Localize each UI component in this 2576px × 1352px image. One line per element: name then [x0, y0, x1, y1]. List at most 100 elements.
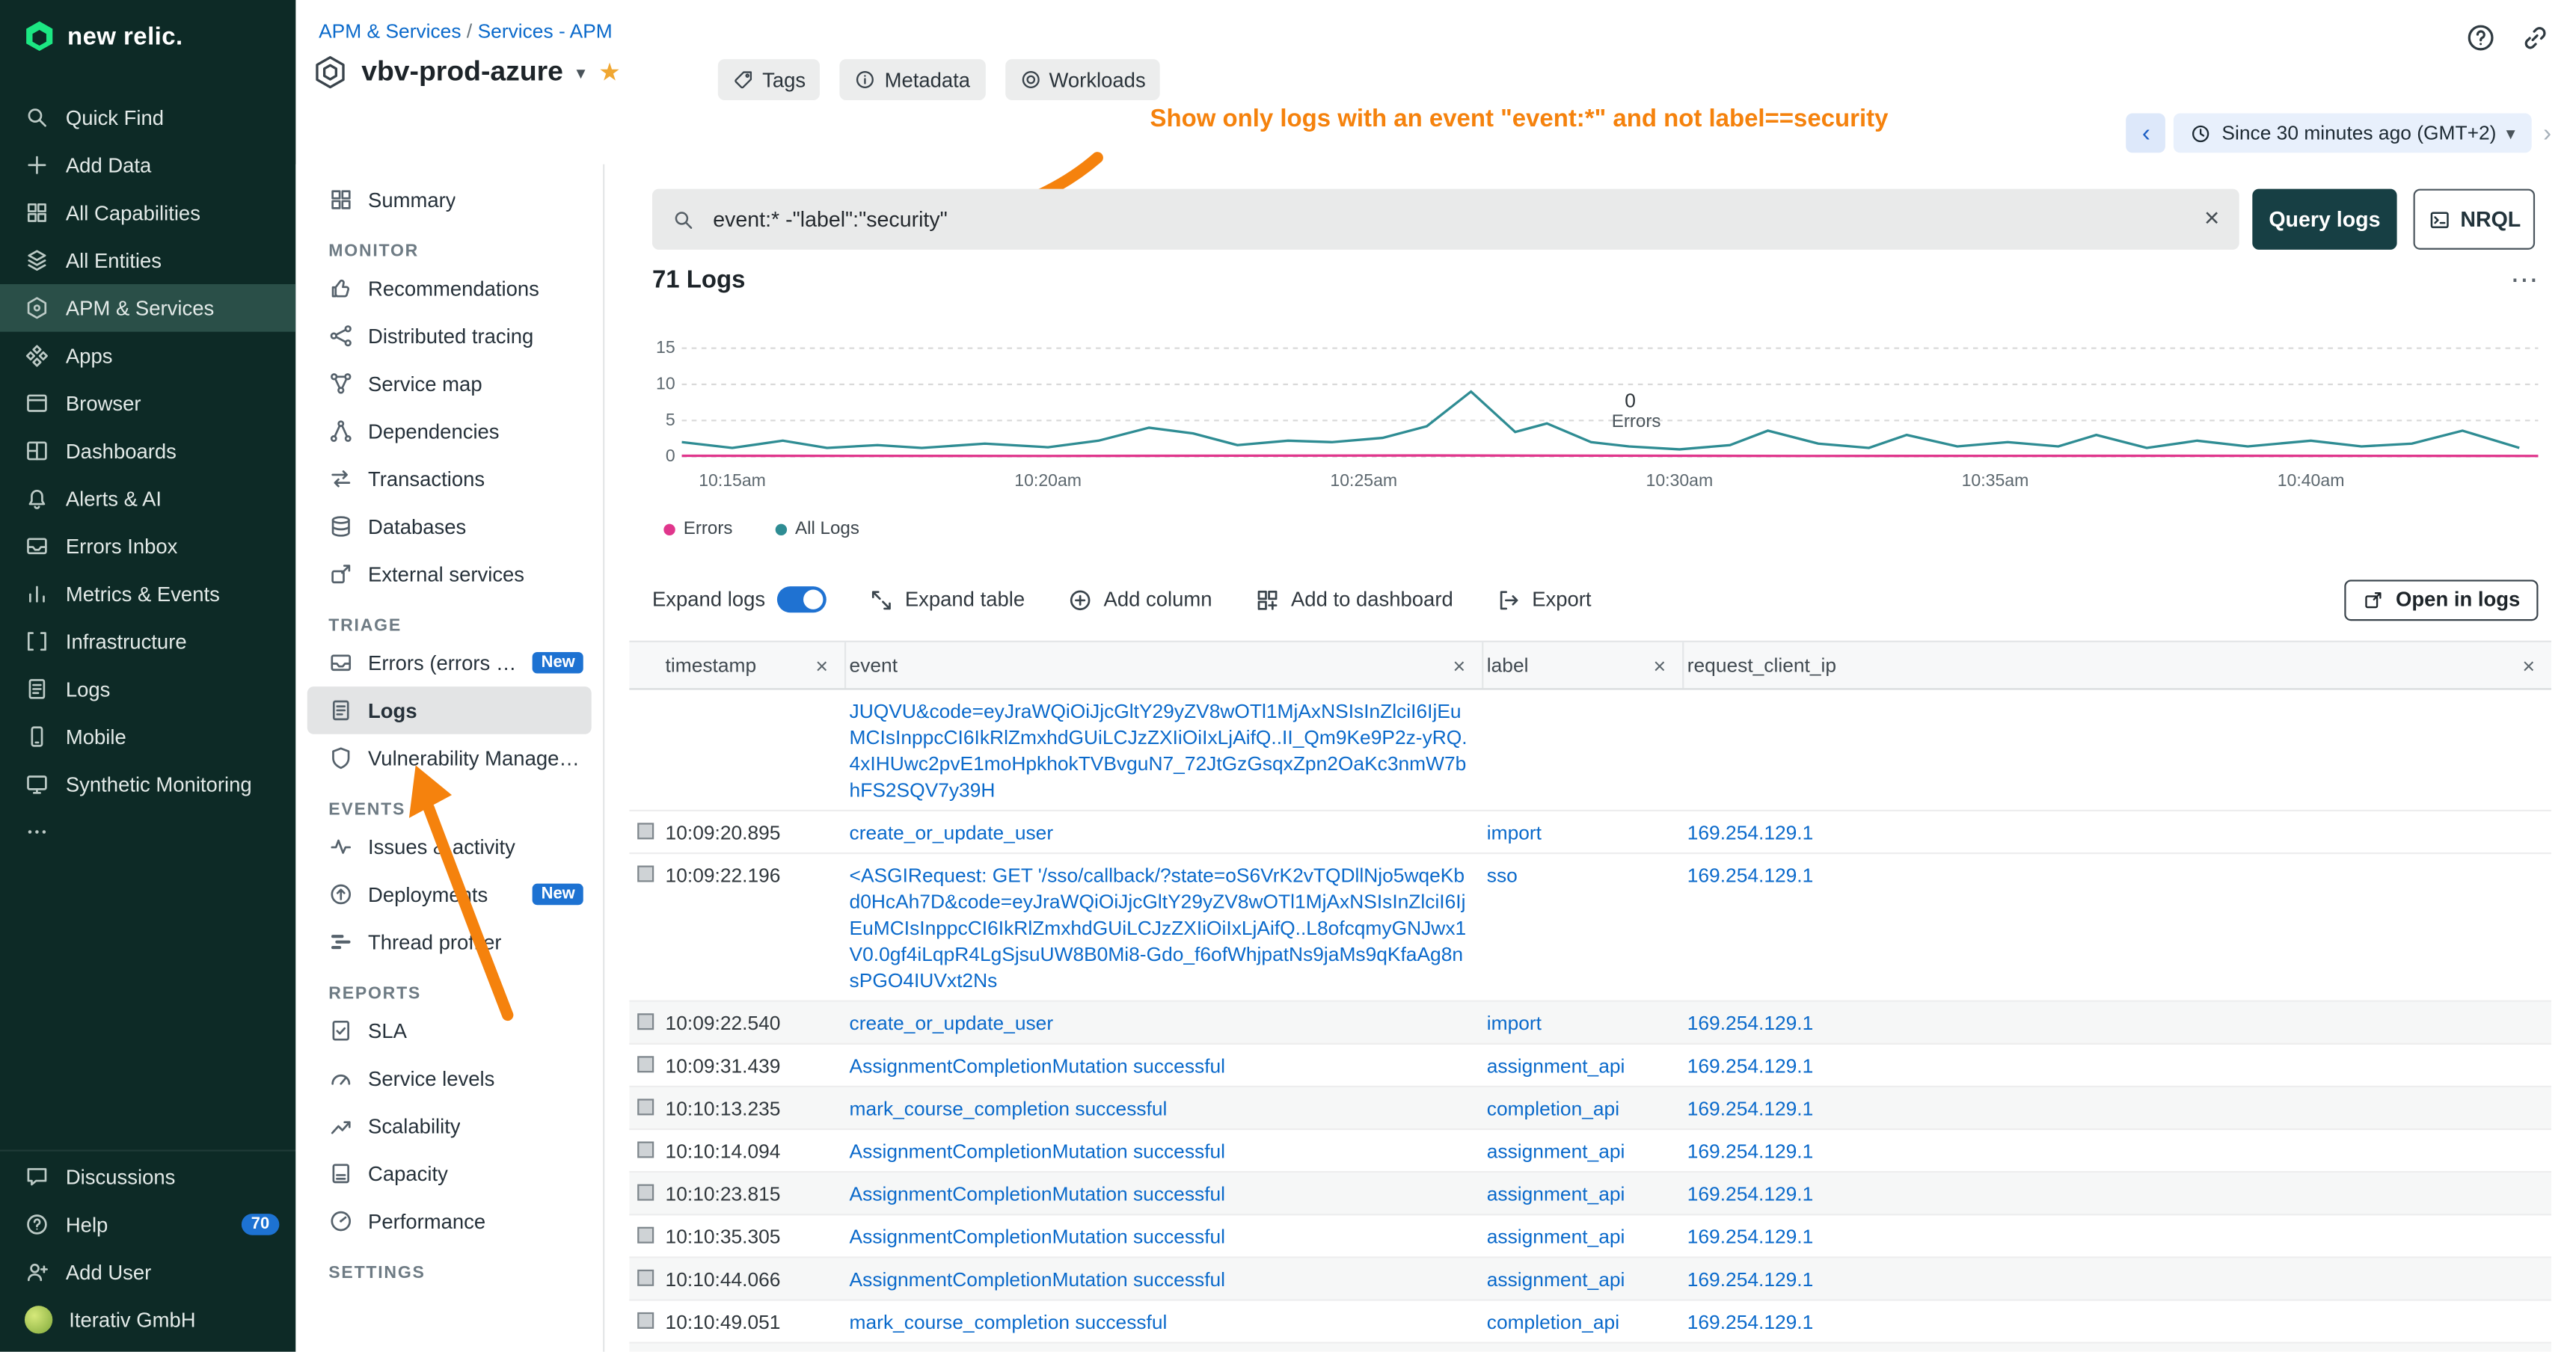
row-expand-checkbox[interactable] — [637, 823, 654, 839]
row-expand-checkbox[interactable] — [637, 1098, 654, 1115]
log-row[interactable]: 10:09:22.196 <ASGIRequest: GET '/sso/cal… — [629, 854, 2551, 1002]
log-event-link[interactable]: AssignmentCompletionMutation successful — [850, 1182, 1226, 1205]
sidebar-item-apm-services[interactable]: APM & Services — [0, 284, 295, 332]
breadcrumb-link-apm-services[interactable]: APM & Services — [319, 19, 461, 43]
breadcrumb-link-services-apm[interactable]: Services - APM — [478, 19, 613, 43]
row-expand-checkbox[interactable] — [637, 1142, 654, 1158]
subnav-item-scalability[interactable]: Scalability — [307, 1102, 592, 1150]
log-ip-link[interactable]: 169.254.129.1 — [1687, 1140, 1814, 1163]
row-expand-checkbox[interactable] — [637, 1227, 654, 1244]
widget-options-icon[interactable]: ⋯ — [2510, 266, 2538, 294]
log-label-link[interactable]: assignment_api — [1487, 1140, 1625, 1163]
sidebar-more-button[interactable] — [0, 808, 295, 856]
sidebar-item-account[interactable]: Iterativ GmbH — [0, 1296, 295, 1344]
row-expand-checkbox[interactable] — [637, 1013, 654, 1030]
log-row[interactable]: 10:10:14.094 AssignmentCompletionMutatio… — [629, 1130, 2551, 1173]
row-expand-checkbox[interactable] — [637, 1056, 654, 1072]
metadata-button[interactable]: Metadata — [840, 59, 985, 100]
log-event-link[interactable]: AssignmentCompletionMutation successful — [850, 1226, 1226, 1249]
sidebar-item-browser[interactable]: Browser — [0, 379, 295, 427]
subnav-item-performance[interactable]: Performance — [307, 1197, 592, 1245]
log-row[interactable]: 10:10:35.305 AssignmentCompletionMutatio… — [629, 1215, 2551, 1258]
query-logs-button[interactable]: Query logs — [2252, 189, 2396, 250]
sidebar-item-synthetic-monitoring[interactable]: Synthetic Monitoring — [0, 760, 295, 808]
expand-logs-toggle[interactable] — [776, 586, 826, 612]
export-button[interactable]: Export — [1496, 587, 1592, 612]
log-ip-link[interactable]: 169.254.129.1 — [1687, 1012, 1814, 1035]
remove-column-icon[interactable]: × — [2519, 653, 2538, 677]
column-header-event[interactable]: event × — [846, 642, 1483, 689]
log-ip-link[interactable]: 169.254.129.1 — [1687, 821, 1814, 844]
subnav-item-thread-profiler[interactable]: Thread profiler — [307, 918, 592, 966]
sidebar-item-help[interactable]: Help 70 — [0, 1201, 295, 1249]
log-label-link[interactable]: assignment_api — [1487, 1226, 1625, 1249]
sidebar-item-mobile[interactable]: Mobile — [0, 713, 295, 760]
remove-column-icon[interactable]: × — [1450, 653, 1468, 677]
log-row[interactable]: 10:09:31.439 AssignmentCompletionMutatio… — [629, 1045, 2551, 1087]
subnav-item-summary[interactable]: Summary — [307, 176, 592, 224]
clear-query-icon[interactable]: × — [2204, 206, 2220, 233]
row-expand-checkbox[interactable] — [637, 866, 654, 882]
sidebar-item-infrastructure[interactable]: Infrastructure — [0, 618, 295, 666]
workloads-button[interactable]: Workloads — [1005, 59, 1160, 100]
log-ip-link[interactable]: 169.254.129.1 — [1687, 1311, 1814, 1334]
add-column-button[interactable]: Add column — [1067, 587, 1212, 612]
subnav-item-external-services[interactable]: External services — [307, 550, 592, 598]
log-ip-link[interactable]: 169.254.129.1 — [1687, 1054, 1814, 1078]
sidebar-item-errors-inbox[interactable]: Errors Inbox — [0, 522, 295, 570]
column-header-label[interactable]: label × — [1483, 642, 1684, 689]
subnav-item-recommendations[interactable]: Recommendations — [307, 265, 592, 313]
log-label-link[interactable]: import — [1487, 821, 1542, 844]
add-to-dashboard-button[interactable]: Add to dashboard — [1255, 587, 1453, 612]
column-header-timestamp[interactable]: timestamp × — [662, 642, 846, 689]
log-row[interactable]: 10:10:13.235 mark_course_completion succ… — [629, 1087, 2551, 1130]
log-ip-link[interactable]: 169.254.129.1 — [1687, 864, 1814, 887]
favorite-star-icon[interactable]: ★ — [598, 58, 621, 87]
log-event-link[interactable]: create_or_update_user — [850, 1012, 1054, 1035]
row-expand-checkbox[interactable] — [637, 1270, 654, 1286]
sidebar-item-dashboards[interactable]: Dashboards — [0, 427, 295, 475]
remove-column-icon[interactable]: × — [812, 653, 831, 677]
log-ip-link[interactable]: 169.254.129.1 — [1687, 1268, 1814, 1291]
log-query-input[interactable] — [710, 206, 2189, 233]
log-ip-link[interactable]: 169.254.129.1 — [1687, 1097, 1814, 1120]
log-event-link[interactable]: AssignmentCompletionMutation successful — [850, 1140, 1226, 1163]
sidebar-item-all-capabilities[interactable]: All Capabilities — [0, 189, 295, 237]
column-header-request-client-ip[interactable]: request_client_ip × — [1684, 642, 2551, 689]
sidebar-item-add-data[interactable]: Add Data — [0, 141, 295, 189]
log-event-link[interactable]: AssignmentCompletionMutation successful — [850, 1054, 1226, 1078]
subnav-item-errors-inbox[interactable]: Errors (errors inb... New — [307, 639, 592, 686]
sidebar-item-logs[interactable]: Logs — [0, 666, 295, 713]
log-label-link[interactable]: sso — [1487, 864, 1518, 887]
time-forward-button[interactable]: › — [2540, 119, 2555, 147]
log-event-link[interactable]: mark_course_completion successful — [850, 1097, 1168, 1120]
subnav-item-deployments[interactable]: Deployments New — [307, 870, 592, 918]
log-label-link[interactable]: assignment_api — [1487, 1054, 1625, 1078]
remove-column-icon[interactable]: × — [1650, 653, 1669, 677]
expand-table-button[interactable]: Expand table — [868, 587, 1025, 612]
subnav-item-databases[interactable]: Databases — [307, 503, 592, 550]
time-range-button[interactable]: Since 30 minutes ago (GMT+2) ▾ — [2174, 114, 2532, 153]
sidebar-item-apps[interactable]: Apps — [0, 332, 295, 380]
sidebar-item-quick-find[interactable]: Quick Find — [0, 93, 295, 141]
row-expand-checkbox[interactable] — [637, 1312, 654, 1329]
nrql-button[interactable]: NRQL — [2414, 189, 2536, 250]
log-ip-link[interactable]: 169.254.129.1 — [1687, 1182, 1814, 1205]
entity-dropdown-caret-icon[interactable]: ▾ — [577, 61, 586, 83]
sidebar-item-add-user[interactable]: Add User — [0, 1248, 295, 1296]
log-row[interactable]: 10:11:00.311 AssignmentCompletionMutatio… — [629, 1344, 2551, 1352]
sidebar-item-discussions[interactable]: Discussions — [0, 1153, 295, 1201]
log-row[interactable]: 10:10:44.066 AssignmentCompletionMutatio… — [629, 1258, 2551, 1300]
subnav-item-distributed-tracing[interactable]: Distributed tracing — [307, 312, 592, 360]
link-icon[interactable] — [2520, 23, 2550, 53]
sidebar-item-alerts-ai[interactable]: Alerts & AI — [0, 475, 295, 523]
log-row[interactable]: JUQVU&code=eyJraWQiOiJjcGltY29yZV8wOTl1M… — [629, 690, 2551, 812]
new-relic-logo[interactable]: new relic. — [0, 0, 295, 73]
open-in-logs-button[interactable]: Open in logs — [2345, 579, 2539, 620]
log-event-link[interactable]: <ASGIRequest: GET '/sso/callback/?state=… — [850, 864, 1467, 992]
subnav-item-vulnerability-management[interactable]: Vulnerability Management — [307, 734, 592, 782]
subnav-item-sla[interactable]: SLA — [307, 1007, 592, 1054]
subnav-item-service-levels[interactable]: Service levels — [307, 1054, 592, 1102]
row-expand-checkbox[interactable] — [637, 1184, 654, 1201]
log-label-link[interactable]: assignment_api — [1487, 1268, 1625, 1291]
